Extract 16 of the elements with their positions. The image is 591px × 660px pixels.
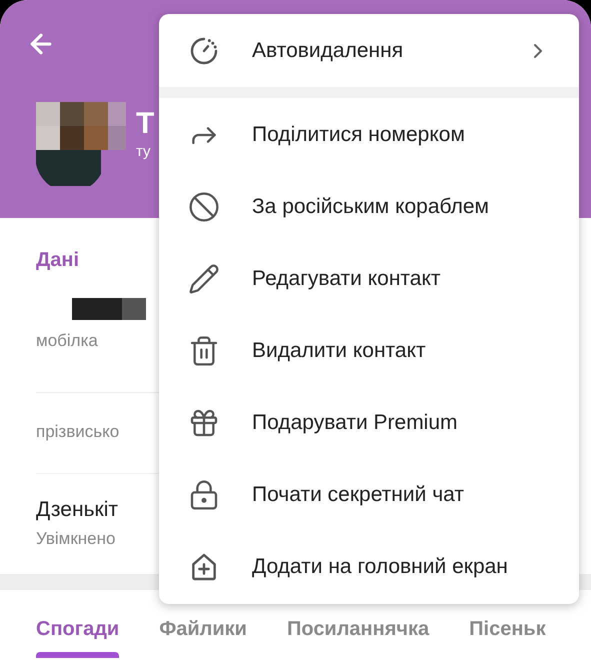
menu-item[interactable]: Поділитися номерком — [159, 99, 579, 171]
menu-item[interactable]: За російським кораблем — [159, 171, 579, 243]
menu-item[interactable]: Додати на головний екран — [159, 531, 579, 603]
phone-label: мобілка — [36, 330, 98, 352]
notifications-value: Увімкнено — [36, 528, 116, 550]
menu-item[interactable]: Почати секретний чат — [159, 459, 579, 531]
section-title: Дані — [36, 248, 80, 273]
menu-item[interactable]: Автовидалення — [159, 14, 579, 87]
menu-item[interactable]: Видалити контакт — [159, 315, 579, 387]
contact-name: Т — [136, 106, 154, 142]
menu-item[interactable]: Подарувати Premium — [159, 387, 579, 459]
tab[interactable]: Спогади — [36, 608, 120, 650]
menu-item[interactable]: Редагувати контакт — [159, 243, 579, 315]
contact-status: ту — [136, 142, 151, 162]
notifications-title: Дзенькіт — [36, 497, 118, 523]
username-label: прізвисько — [36, 421, 120, 443]
